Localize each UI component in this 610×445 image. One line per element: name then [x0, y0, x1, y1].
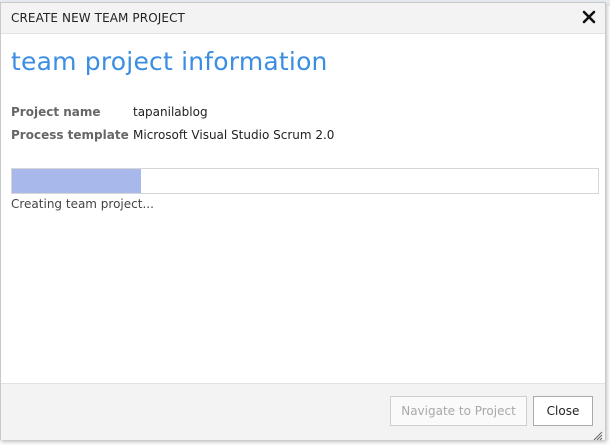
process-template-label: Process template [11, 128, 129, 142]
resize-grip-icon[interactable] [591, 426, 603, 441]
project-name-label: Project name [11, 105, 101, 119]
create-team-project-dialog: CREATE NEW TEAM PROJECT team project inf… [0, 2, 606, 441]
progress-status: Creating team project... [11, 197, 154, 211]
section-heading: team project information [11, 47, 328, 76]
close-icon[interactable] [581, 9, 597, 25]
close-button[interactable]: Close [533, 396, 593, 426]
project-name-value: tapanilablog [133, 105, 208, 119]
process-template-value: Microsoft Visual Studio Scrum 2.0 [133, 128, 335, 142]
dialog-footer: Navigate to Project Close [1, 383, 605, 441]
dialog-titlebar: CREATE NEW TEAM PROJECT [1, 3, 605, 34]
progress-bar-fill [12, 169, 141, 193]
dialog-title: CREATE NEW TEAM PROJECT [11, 11, 185, 25]
progress-bar [11, 168, 599, 194]
navigate-to-project-button[interactable]: Navigate to Project [390, 396, 527, 426]
